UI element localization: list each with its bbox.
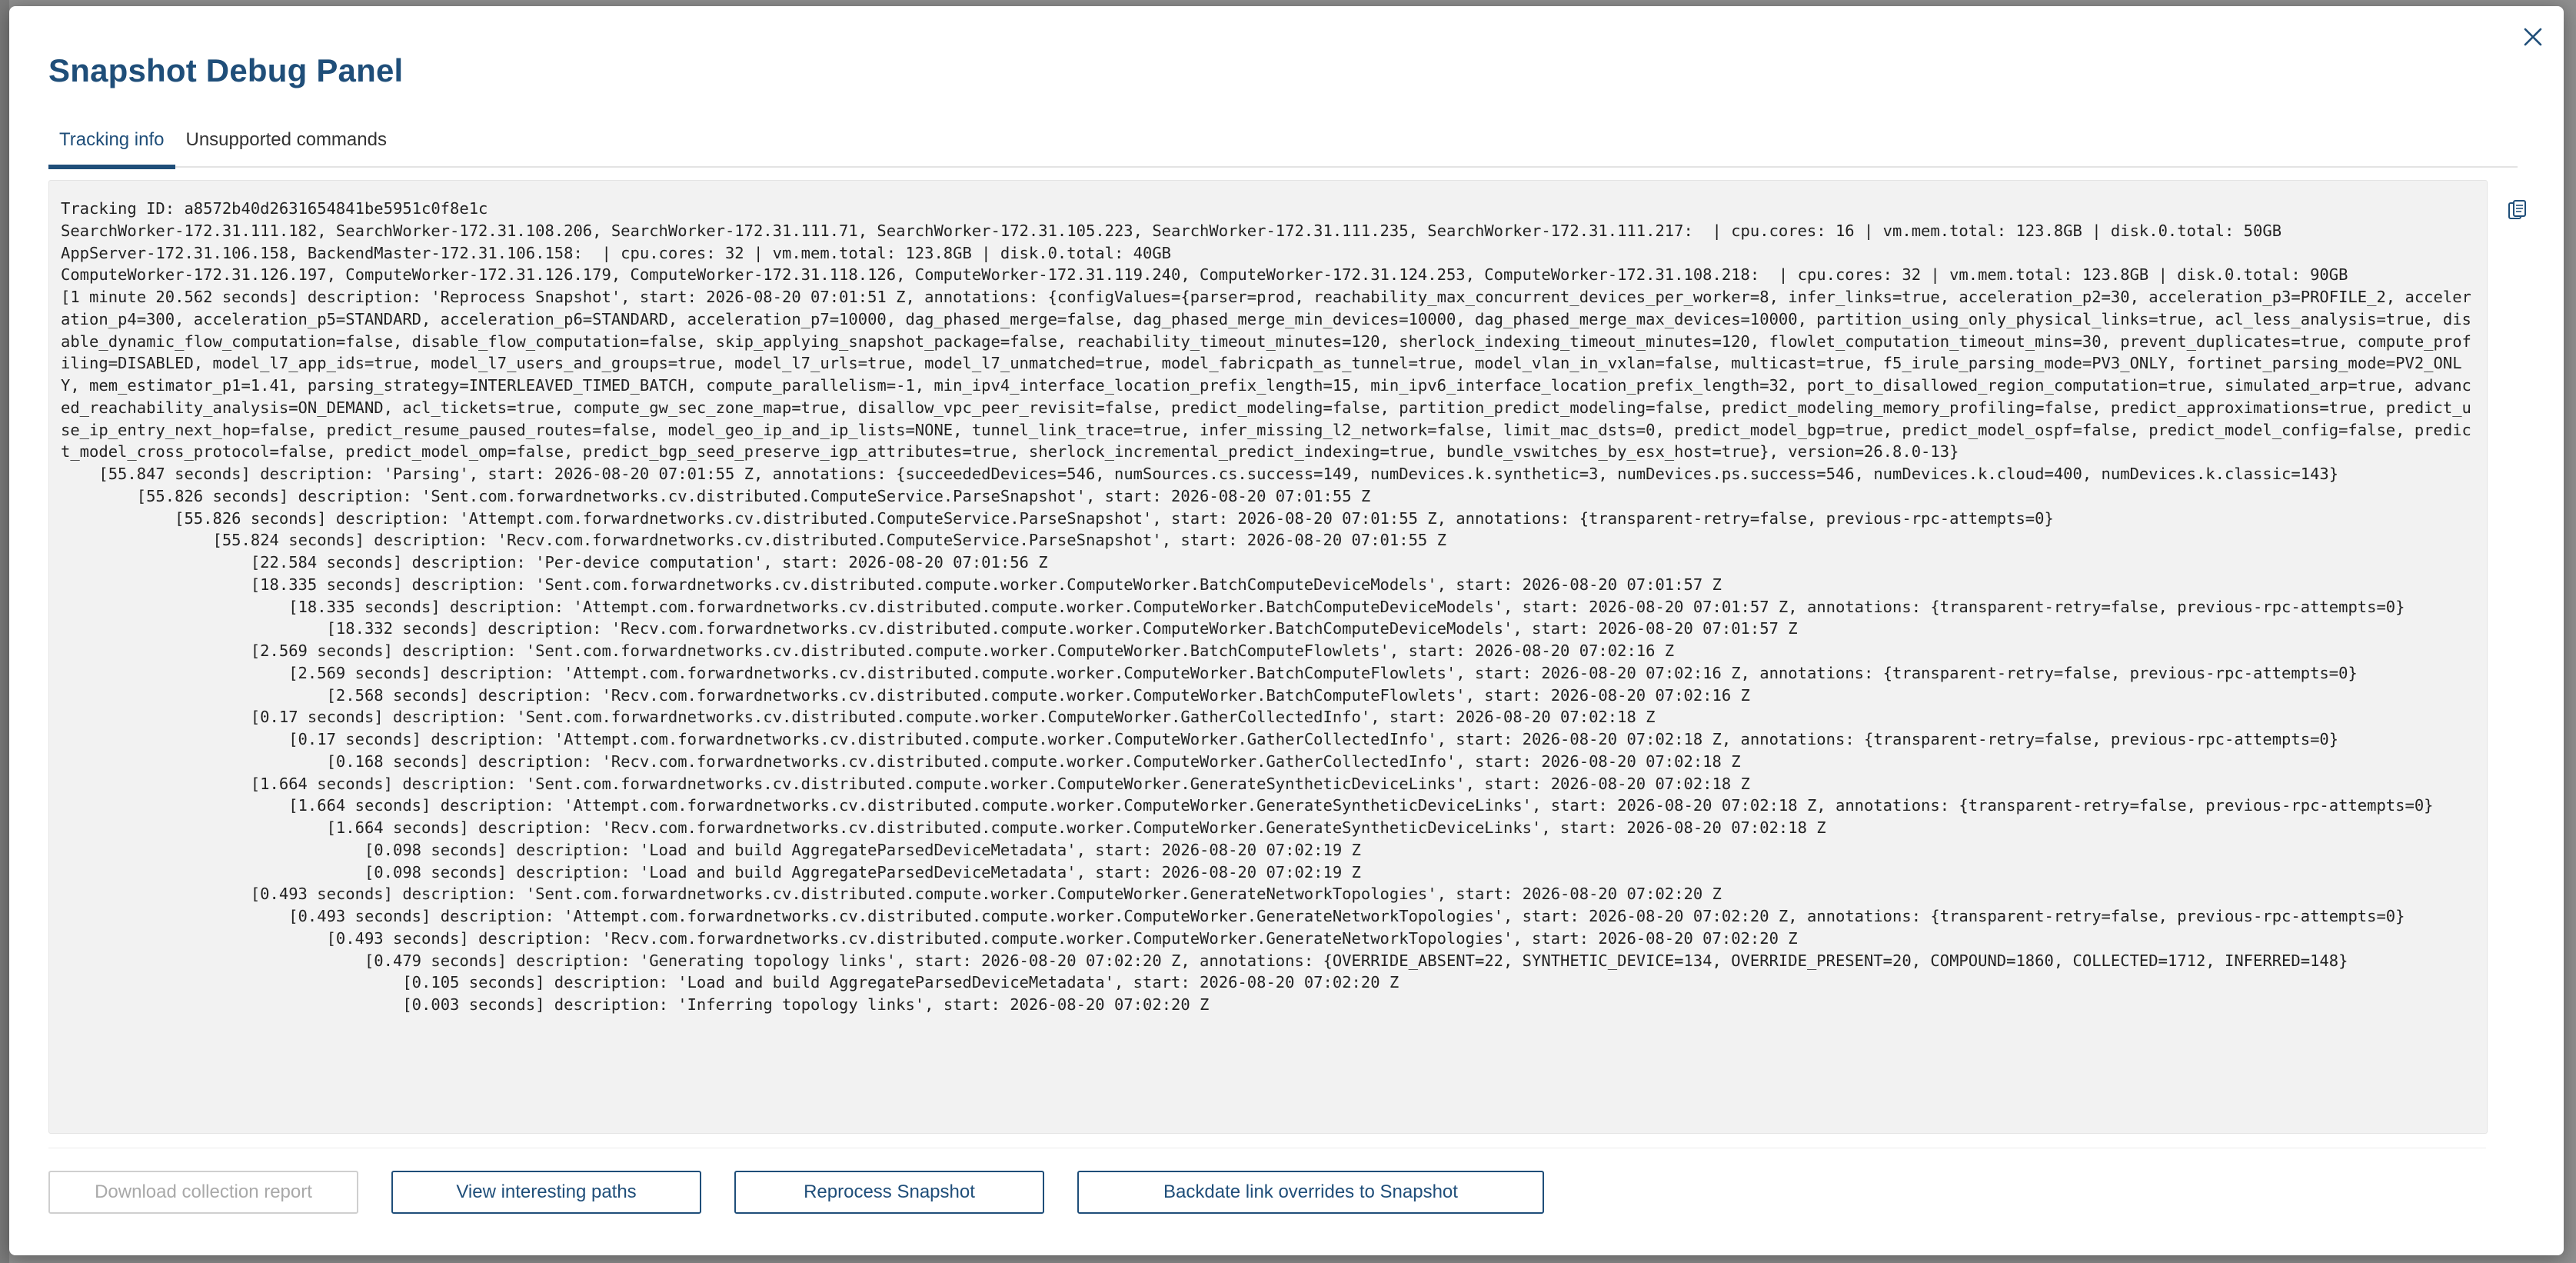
log-line: ComputeWorker-172.31.126.197, ComputeWor…: [61, 265, 2348, 285]
tracking-log-panel[interactable]: Tracking ID: a8572b40d2631654841be5951c0…: [48, 180, 2488, 1134]
log-line: [0.105 seconds] description: 'Load and b…: [402, 973, 1399, 992]
log-line: [1.664 seconds] description: 'Recv.com.f…: [326, 818, 1826, 837]
log-line: [0.493 seconds] description: 'Sent.com.f…: [250, 885, 1722, 904]
log-line: [0.098 seconds] description: 'Load and b…: [364, 862, 1361, 881]
log-line: [1.664 seconds] description: 'Attempt.co…: [288, 796, 2434, 815]
log-line: [55.824 seconds] description: 'Recv.com.…: [212, 531, 1446, 550]
log-line: [55.826 seconds] description: 'Sent.com.…: [136, 486, 1371, 505]
log-line: [1.664 seconds] description: 'Sent.com.f…: [250, 774, 1750, 793]
log-line: [0.17 seconds] description: 'Attempt.com…: [288, 730, 2339, 748]
snapshot-debug-modal: Snapshot Debug Panel Tracking info Unsup…: [9, 6, 2564, 1255]
log-line: [0.17 seconds] description: 'Sent.com.fo…: [250, 708, 1656, 727]
log-line: [0.493 seconds] description: 'Recv.com.f…: [326, 928, 1798, 948]
copy-to-clipboard-button[interactable]: [2502, 195, 2533, 226]
tracking-log-text: Tracking ID: a8572b40d2631654841be5951c0…: [49, 181, 2475, 1016]
log-line: [18.332 seconds] description: 'Recv.com.…: [326, 619, 1798, 638]
modal-title: Snapshot Debug Panel: [48, 52, 404, 88]
log-line: [2.569 seconds] description: 'Sent.com.f…: [250, 641, 1675, 660]
tab-bar: Tracking info Unsupported commands: [48, 122, 2518, 169]
log-line: [0.098 seconds] description: 'Load and b…: [364, 840, 1361, 859]
view-interesting-paths-button[interactable]: View interesting paths: [391, 1171, 701, 1214]
clipboard-icon: [2508, 200, 2526, 219]
log-line: [2.569 seconds] description: 'Attempt.co…: [288, 663, 2358, 682]
close-button[interactable]: [2518, 22, 2548, 52]
log-line: [2.568 seconds] description: 'Recv.com.f…: [326, 685, 1750, 705]
log-line: [22.584 seconds] description: 'Per-devic…: [250, 553, 1048, 572]
log-line: [55.847 seconds] description: 'Parsing',…: [98, 465, 2339, 483]
tab-tracking-info[interactable]: Tracking info: [48, 122, 175, 169]
log-line: [0.479 seconds] description: 'Generating…: [364, 951, 2348, 970]
page-backdrop: [0, 0, 9, 1263]
log-line: [0.493 seconds] description: 'Attempt.co…: [288, 907, 2405, 925]
backdate-link-overrides-button[interactable]: Backdate link overrides to Snapshot: [1077, 1171, 1544, 1214]
log-line: AppServer-172.31.106.158, BackendMaster-…: [61, 243, 1172, 262]
log-line: Tracking ID: a8572b40d2631654841be5951c0…: [61, 199, 488, 218]
log-line: [1 minute 20.562 seconds] description: '…: [61, 288, 2471, 462]
log-line: [0.168 seconds] description: 'Recv.com.f…: [326, 751, 1741, 771]
download-collection-report-button[interactable]: Download collection report: [48, 1171, 358, 1214]
log-line: [18.335 seconds] description: 'Attempt.c…: [288, 597, 2405, 616]
reprocess-snapshot-button[interactable]: Reprocess Snapshot: [734, 1171, 1044, 1214]
tab-unsupported-commands[interactable]: Unsupported commands: [175, 122, 398, 165]
log-line: [18.335 seconds] description: 'Sent.com.…: [250, 575, 1722, 594]
log-line: [0.003 seconds] description: 'Inferring …: [61, 995, 1210, 1014]
log-line: [55.826 seconds] description: 'Attempt.c…: [175, 508, 2054, 528]
log-line: SearchWorker-172.31.111.182, SearchWorke…: [61, 221, 2282, 240]
close-icon: [2524, 28, 2542, 46]
